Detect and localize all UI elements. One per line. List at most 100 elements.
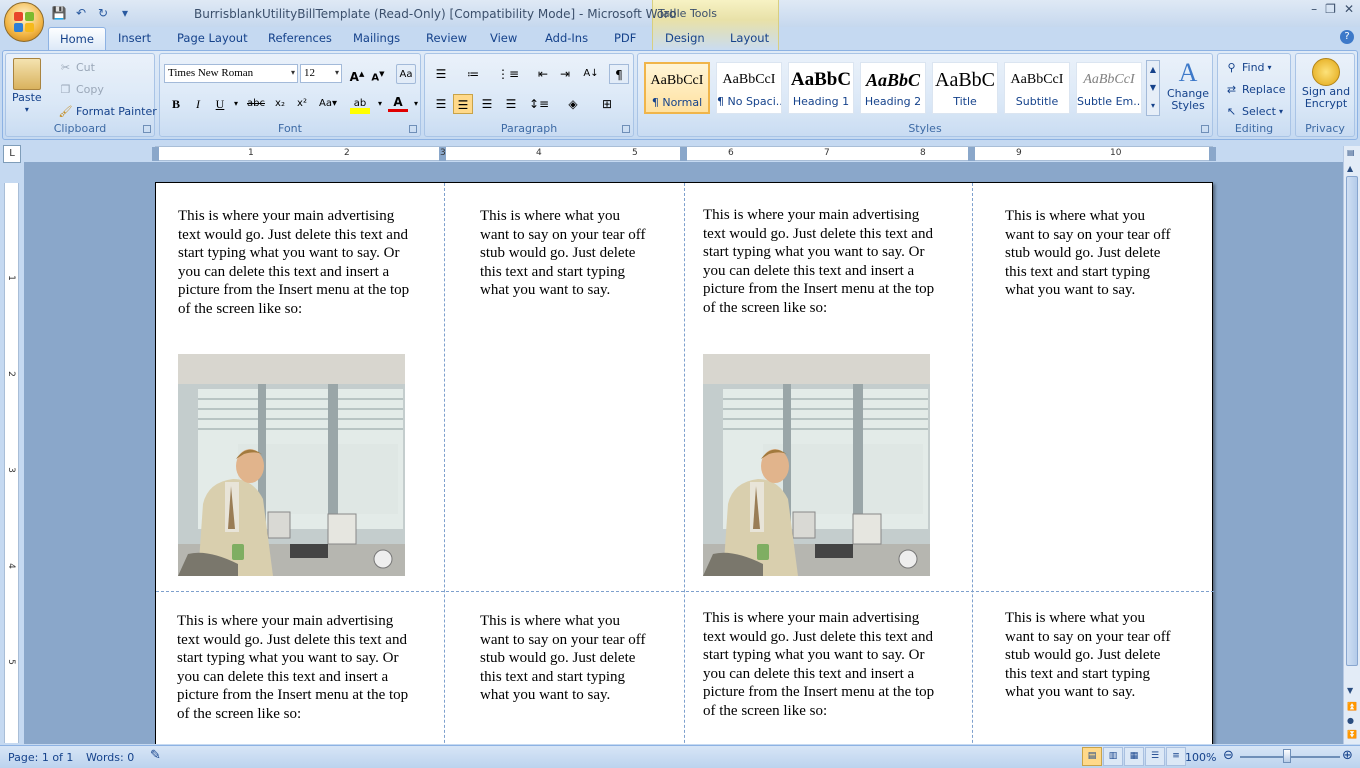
style-heading-1[interactable]: AaBbC Heading 1 (788, 62, 854, 114)
select-button[interactable]: ↖ Select ▾ (1224, 104, 1283, 119)
left-indent-marker[interactable] (152, 147, 159, 161)
print-layout-icon[interactable]: ▤ (1082, 747, 1102, 766)
multilevel-list-button[interactable]: ⋮≡ (497, 64, 519, 84)
borders-button[interactable]: ⊞ (597, 94, 617, 114)
decrease-indent-button[interactable]: ⇤ (533, 64, 553, 84)
tab-layout[interactable]: Layout (730, 31, 769, 45)
tab-view[interactable]: View (490, 31, 517, 45)
scroll-up-icon[interactable]: ▲ (1347, 164, 1353, 173)
minimize-icon[interactable]: – (1311, 2, 1317, 16)
proofing-icon[interactable]: ✎ (150, 748, 161, 763)
format-painter-button[interactable]: 🖌 Format Painter (58, 104, 157, 119)
chevron-down-icon[interactable]: ▾ (406, 94, 426, 114)
align-right-button[interactable]: ☰ (477, 94, 497, 114)
undo-icon[interactable]: ↶ (72, 4, 90, 22)
find-button[interactable]: ⚲ Find ▾ (1224, 60, 1271, 75)
vertical-ruler[interactable]: 1 2 3 4 5 (4, 183, 19, 743)
style-subtitle[interactable]: AaBbCcI Subtitle (1004, 62, 1070, 114)
zoom-slider-knob[interactable] (1283, 749, 1291, 763)
tab-references[interactable]: References (268, 31, 332, 45)
align-left-button[interactable]: ☰ (431, 94, 451, 114)
shrink-font-button[interactable]: A▼ (368, 64, 388, 84)
bold-button[interactable]: B (166, 94, 186, 114)
zoom-in-icon[interactable]: ⊕ (1342, 748, 1353, 763)
zoom-level[interactable]: 100% (1185, 751, 1216, 764)
tab-design[interactable]: Design (665, 31, 705, 45)
document-page[interactable]: This is where your main advertising text… (155, 182, 1214, 744)
office-button[interactable] (4, 2, 44, 42)
style-no-spacing[interactable]: AaBbCcI ¶ No Spaci... (716, 62, 782, 114)
dialog-launcher-icon[interactable] (409, 125, 417, 133)
tab-selector[interactable]: L (3, 145, 21, 163)
style-normal[interactable]: AaBbCcI ¶ Normal (644, 62, 710, 114)
style-subtle-emphasis[interactable]: AaBbCcI Subtle Em... (1076, 62, 1142, 114)
next-page-icon[interactable]: ⏬ (1347, 730, 1357, 739)
sort-button[interactable]: A↓ (581, 64, 601, 84)
vertical-scrollbar[interactable]: ▤ ▲ ▼ ⏫ ● ⏬ (1343, 146, 1360, 744)
tab-mailings[interactable]: Mailings (353, 31, 400, 45)
subscript-button[interactable]: x₂ (270, 94, 290, 114)
customize-qat-icon[interactable]: ▾ (116, 4, 134, 22)
stub-text-cell[interactable]: This is where what you want to say on yo… (480, 612, 648, 705)
tab-insert[interactable]: Insert (118, 31, 151, 45)
maximize-icon[interactable]: ❐ (1325, 2, 1336, 16)
chevron-down-icon[interactable]: ▾ (226, 94, 246, 114)
save-icon[interactable]: 💾 (50, 4, 68, 22)
stub-text-cell[interactable]: This is where what you want to say on yo… (1005, 207, 1173, 300)
font-size-box[interactable]: 12 ▾ (300, 64, 342, 83)
stub-text-cell[interactable]: This is where what you want to say on yo… (1005, 609, 1173, 702)
main-text-cell[interactable]: This is where your main advertising text… (703, 206, 935, 317)
column-marker[interactable] (680, 147, 687, 161)
redo-icon[interactable]: ↻ (94, 4, 112, 22)
show-formatting-button[interactable]: ¶ (609, 64, 629, 84)
stub-text-cell[interactable]: This is where what you want to say on yo… (480, 207, 648, 300)
superscript-button[interactable]: x² (292, 94, 312, 114)
strikethrough-button[interactable]: abc (246, 94, 266, 114)
outline-icon[interactable]: ☰ (1145, 747, 1165, 766)
close-icon[interactable]: ✕ (1344, 2, 1354, 16)
scroll-down-icon[interactable]: ▼ (1347, 686, 1353, 695)
tab-pdf[interactable]: PDF (614, 31, 636, 45)
copy-button[interactable]: ❐ Copy (58, 82, 104, 97)
select-browse-object-icon[interactable]: ● (1347, 716, 1354, 725)
tab-page-layout[interactable]: Page Layout (177, 31, 248, 45)
justify-button[interactable]: ☰ (501, 94, 521, 114)
change-case-button[interactable]: Aa▾ (318, 94, 338, 114)
dialog-launcher-icon[interactable] (143, 125, 151, 133)
chevron-down-icon[interactable]: ▾ (370, 94, 390, 114)
increase-indent-button[interactable]: ⇥ (555, 64, 575, 84)
italic-button[interactable]: I (188, 94, 208, 114)
horizontal-ruler[interactable]: 1 2 3 4 5 6 7 8 9 10 (152, 146, 1216, 161)
page-count[interactable]: Page: 1 of 1 (8, 751, 73, 764)
dialog-launcher-icon[interactable] (1201, 125, 1209, 133)
help-icon[interactable]: ? (1340, 30, 1354, 44)
previous-page-icon[interactable]: ⏫ (1347, 702, 1357, 711)
sign-and-encrypt-button[interactable]: Sign and Encrypt (1298, 58, 1354, 110)
font-name-box[interactable]: Times New Roman ▾ (164, 64, 298, 83)
numbering-button[interactable]: ≔ (463, 64, 483, 84)
style-title[interactable]: AaBbC Title (932, 62, 998, 114)
replace-button[interactable]: ⇄ Replace (1224, 82, 1286, 97)
column-marker[interactable] (968, 147, 975, 161)
main-text-cell[interactable]: This is where your main advertising text… (178, 207, 410, 318)
office-worker-photo[interactable] (178, 354, 405, 576)
word-count[interactable]: Words: 0 (86, 751, 134, 764)
tab-review[interactable]: Review (426, 31, 467, 45)
line-spacing-button[interactable]: ↕≡ (529, 94, 549, 114)
tab-add-ins[interactable]: Add-Ins (545, 31, 588, 45)
tab-home[interactable]: Home (48, 27, 106, 51)
bullets-button[interactable]: ☰ (431, 64, 451, 84)
style-heading-2[interactable]: AaBbC Heading 2 (860, 62, 926, 114)
scroll-thumb[interactable] (1346, 176, 1358, 666)
office-worker-photo[interactable] (703, 354, 930, 576)
styles-scroll[interactable]: ▲ ▼ ▾ (1146, 60, 1160, 116)
full-screen-reading-icon[interactable]: ▥ (1103, 747, 1123, 766)
font-color-button[interactable]: A (388, 94, 408, 112)
ruler-toggle-icon[interactable]: ▤ (1347, 148, 1355, 157)
grow-font-button[interactable]: A▲ (347, 64, 367, 84)
zoom-out-icon[interactable]: ⊖ (1223, 748, 1234, 763)
main-text-cell[interactable]: This is where your main advertising text… (177, 612, 409, 723)
draft-icon[interactable]: ≡ (1166, 747, 1186, 766)
align-center-button[interactable]: ☰ (453, 94, 473, 114)
web-layout-icon[interactable]: ▦ (1124, 747, 1144, 766)
